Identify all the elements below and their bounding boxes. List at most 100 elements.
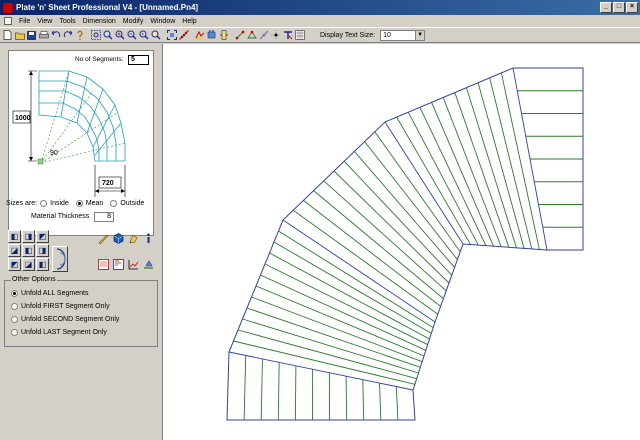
menu-file[interactable]: File (19, 18, 30, 25)
fold-line (260, 274, 427, 351)
sizes-label: Sizes are: (6, 200, 38, 207)
fold-line (313, 190, 444, 299)
view-under-icon[interactable]: ◪ (22, 258, 35, 271)
sizes-row: Sizes are: Inside Mean Outside (6, 200, 148, 207)
elbow-preview-drawing: 1000 90 720 (12, 70, 126, 197)
menu-help[interactable]: Help (182, 18, 196, 25)
maximize-button[interactable]: □ (613, 2, 625, 13)
pencil-icon[interactable] (97, 233, 109, 245)
fold-line (489, 77, 533, 250)
option-unfold-last[interactable]: Unfold LAST Segment Only (11, 329, 107, 336)
view-rear-icon[interactable]: ◧ (36, 258, 49, 271)
app-icon[interactable] (3, 2, 13, 13)
pattern-outline (226, 67, 584, 421)
save-icon[interactable] (26, 30, 37, 41)
new-file-icon[interactable] (2, 30, 13, 41)
fold-line (292, 209, 439, 315)
table-icon[interactable] (294, 30, 305, 41)
dropdown-arrow-icon[interactable]: ▼ (415, 30, 425, 40)
mirror-icon[interactable] (234, 30, 245, 41)
unfold-all-radio[interactable] (11, 290, 18, 297)
fold-line (407, 111, 479, 246)
redo-icon[interactable] (62, 30, 73, 41)
zoom-previous-icon[interactable] (138, 30, 149, 41)
material-thickness-input[interactable]: 8 (94, 212, 114, 222)
menu-modify[interactable]: Modify (123, 18, 144, 25)
view-iso-left-icon[interactable]: ◪ (8, 244, 21, 257)
drawing-canvas[interactable] (162, 44, 640, 440)
pan-icon[interactable] (194, 30, 205, 41)
unfolded-pattern (226, 67, 584, 421)
sheet-icon[interactable] (112, 259, 124, 271)
outside-radio[interactable] (110, 200, 118, 207)
fold-line (233, 340, 415, 385)
segments-input[interactable]: 5 (128, 55, 149, 65)
fold-line (255, 285, 425, 357)
close-button[interactable]: × (626, 2, 638, 13)
menu-dimension[interactable]: Dimension (83, 18, 116, 25)
text-icon[interactable] (282, 30, 293, 41)
view-front-icon[interactable]: ◧ (8, 230, 21, 243)
display-text-size-value: 10 (383, 31, 391, 39)
left-panel: 1000 90 720 No of Segments: 5 Sizes are:… (0, 44, 162, 440)
angle-dimension-label: 90 (50, 150, 58, 157)
unfold-second-radio[interactable] (11, 316, 18, 323)
unfold-first-radio[interactable] (11, 303, 18, 310)
option-unfold-all[interactable]: Unfold ALL Segments (11, 290, 88, 297)
zoom-all-icon[interactable] (102, 30, 113, 41)
option-unfold-first[interactable]: Unfold FIRST Segment Only (11, 303, 110, 310)
view-back-icon[interactable]: ◨ (36, 244, 49, 257)
select-icon[interactable] (206, 30, 217, 41)
chart-icon[interactable] (127, 259, 139, 271)
other-options-title: Other Options (11, 276, 57, 283)
minimize-button[interactable]: _ (600, 2, 612, 13)
mean-radio[interactable] (75, 200, 83, 207)
fold-line (454, 92, 510, 248)
menu-tools[interactable]: Tools (59, 18, 75, 25)
view-side-icon[interactable]: ◩ (36, 230, 49, 243)
fold-line (500, 72, 540, 250)
unfold-all-label: Unfold ALL Segments (21, 290, 89, 297)
option-unfold-second[interactable]: Unfold SECOND Segment Only (11, 316, 119, 323)
inside-radio[interactable] (40, 200, 48, 207)
shape-select-button[interactable] (52, 246, 68, 272)
undo-icon[interactable] (50, 30, 61, 41)
segments-label: No of Segments: (75, 56, 124, 63)
elbow-preview: 1000 90 720 (8, 50, 154, 236)
view-bottom-icon[interactable]: ◩ (8, 258, 21, 271)
cube-icon[interactable] (112, 233, 124, 245)
print-icon[interactable] (38, 30, 49, 41)
width-dimension-label: 720 (102, 180, 114, 187)
unfold-last-radio[interactable] (11, 329, 18, 336)
open-folder-icon[interactable] (14, 30, 25, 41)
info-icon[interactable] (142, 233, 154, 245)
title-bar: Plate 'n' Sheet Professional V4 - [Unnam… (0, 0, 640, 15)
view-top-icon[interactable]: ◨ (22, 230, 35, 243)
export-icon[interactable] (142, 259, 154, 271)
zoom-in-icon[interactable] (114, 30, 125, 41)
trim-icon[interactable] (270, 30, 281, 41)
move-icon[interactable] (246, 30, 257, 41)
outside-label: Outside (120, 200, 145, 207)
menu-window[interactable]: Window (150, 18, 175, 25)
fold-line (237, 329, 417, 380)
segment-seam (228, 351, 414, 391)
menu-view[interactable]: View (37, 18, 52, 25)
document-icon[interactable] (4, 17, 12, 25)
display-text-size-select[interactable]: 10 ▼ (380, 29, 426, 41)
zoom-window-icon[interactable] (90, 30, 101, 41)
report-icon[interactable] (97, 259, 109, 271)
zoom-extents-icon[interactable] (150, 30, 161, 41)
node-icon[interactable] (258, 30, 269, 41)
rotate-icon[interactable] (218, 30, 229, 41)
fold-line (362, 379, 365, 421)
fold-line (303, 200, 441, 307)
fold-line (294, 365, 297, 421)
zoom-out-icon[interactable] (126, 30, 137, 41)
fit-icon[interactable] (166, 30, 177, 41)
help-icon[interactable] (74, 30, 85, 41)
height-dimension-label: 1000 (15, 115, 31, 122)
view-iso-right-icon[interactable]: ◧ (22, 244, 35, 257)
measure-icon[interactable] (178, 30, 189, 41)
paint-icon[interactable] (127, 233, 139, 245)
